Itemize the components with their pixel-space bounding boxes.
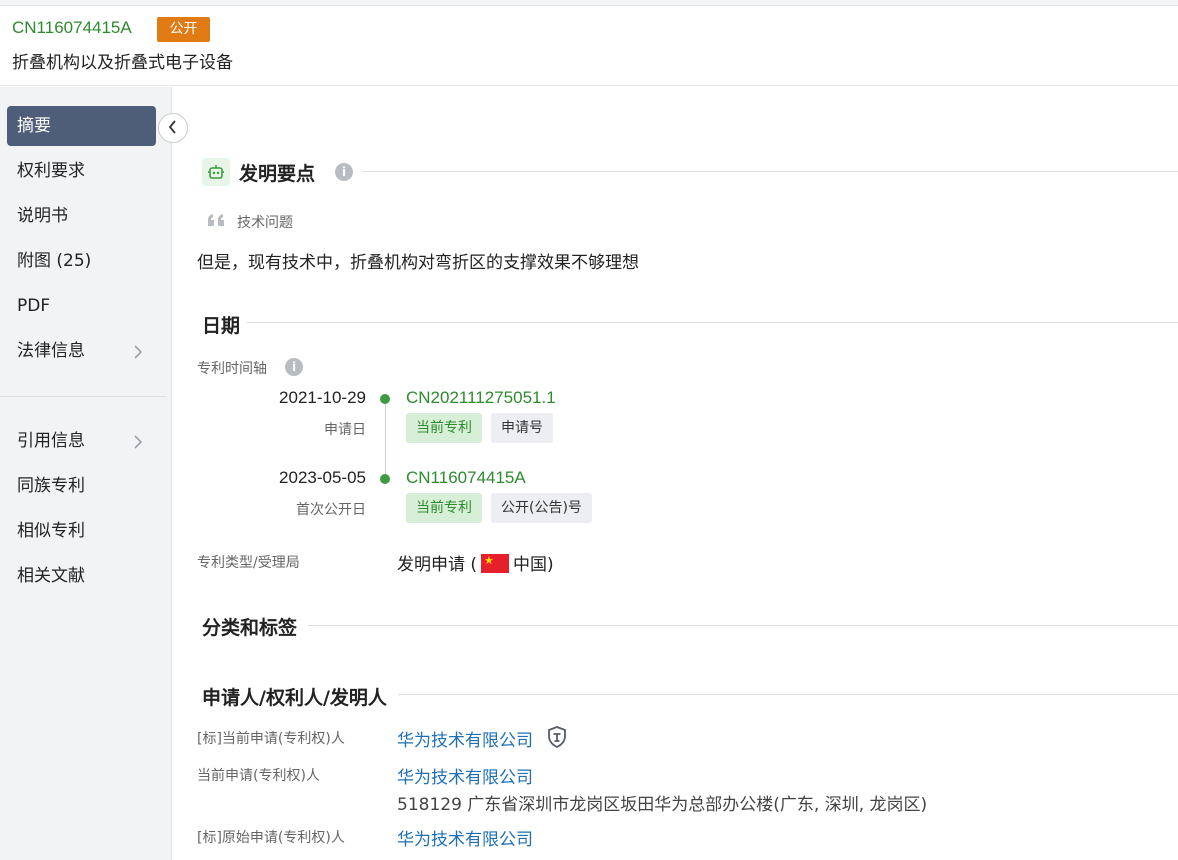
application-number-tag: 申请号 — [491, 413, 553, 443]
chevron-right-icon — [134, 421, 142, 449]
std-current-applicant-label: [标]当前申请(专利权)人 — [197, 731, 345, 747]
sidebar-item-similar[interactable]: 相似专利 — [7, 511, 156, 551]
info-icon[interactable]: i — [285, 358, 303, 376]
patent-office: 中国) — [513, 555, 554, 575]
sidebar-item-description[interactable]: 说明书 — [7, 196, 156, 236]
publication-date-label: 首次公开日 — [296, 502, 366, 518]
patent-type-label: 专利类型/受理局 — [197, 555, 300, 571]
sidebar-divider — [0, 396, 166, 397]
sidebar-item-label: 相关文献 — [17, 566, 85, 586]
timeline-connector — [385, 404, 386, 478]
robot-icon — [202, 158, 230, 186]
section-divider — [398, 694, 1178, 695]
china-flag-icon: ★ — [481, 554, 510, 573]
patent-title: 折叠机构以及折叠式电子设备 — [12, 53, 233, 73]
publication-date: 2023-05-05 — [279, 468, 366, 487]
applicant-address: 518129 广东省深圳市龙岗区坂田华为总部办公楼(广东, 深圳, 龙岗区) — [397, 795, 928, 815]
patent-type-value: 发明申请 (★ 中国) — [397, 550, 554, 575]
application-number[interactable]: CN202111275051.1 — [406, 388, 556, 408]
std-current-applicant-link[interactable]: 华为技术有限公司 — [397, 726, 533, 751]
sidebar-item-label: 权利要求 — [17, 161, 85, 181]
application-date: 2021-10-29 — [279, 388, 366, 407]
sidebar-item-label: 引用信息 — [17, 431, 85, 451]
sidebar-item-label: 说明书 — [17, 206, 68, 226]
publication-number-tag: 公开(公告)号 — [491, 493, 592, 523]
sidebar-item-legal[interactable]: 法律信息 — [7, 331, 156, 371]
sidebar-item-label: PDF — [17, 296, 51, 316]
sidebar-item-citations[interactable]: 引用信息 — [7, 421, 156, 461]
sidebar-item-label: 同族专利 — [17, 476, 85, 496]
sidebar-collapse-button[interactable] — [158, 113, 188, 143]
parties-heading: 申请人/权利人/发明人 — [202, 687, 387, 709]
chevron-left-icon — [168, 119, 178, 138]
timeline-label: 专利时间轴 — [197, 361, 267, 377]
sidebar-item-label: 摘要 — [17, 116, 51, 136]
info-icon[interactable]: i — [335, 163, 353, 181]
chevron-right-icon — [134, 331, 142, 359]
tech-problem-text: 但是，现有技术中，折叠机构对弯折区的支撑效果不够理想 — [197, 253, 639, 273]
sidebar: 摘要 权利要求 说明书 附图 (25) PDF 法律信息 引用信息 同族专利 相… — [0, 87, 172, 860]
application-date-label: 申请日 — [324, 422, 366, 438]
publication-number[interactable]: CN116074415A — [12, 18, 132, 38]
current-applicant-link[interactable]: 华为技术有限公司 — [397, 763, 533, 788]
status-badge: 公开 — [157, 17, 210, 42]
sidebar-item-family[interactable]: 同族专利 — [7, 466, 156, 506]
section-divider — [247, 322, 1178, 323]
patent-type-prefix: 发明申请 ( — [397, 555, 478, 575]
current-patent-tag: 当前专利 — [406, 493, 482, 523]
timeline-dot — [380, 394, 390, 404]
sidebar-item-claims[interactable]: 权利要求 — [7, 151, 156, 191]
current-applicant-label: 当前申请(专利权)人 — [197, 768, 320, 784]
timeline-dot — [380, 474, 390, 484]
invention-points-heading: 发明要点 — [239, 163, 316, 185]
section-divider — [362, 171, 1178, 172]
quote-icon — [207, 212, 227, 231]
sidebar-item-related-docs[interactable]: 相关文献 — [7, 556, 156, 596]
sidebar-item-pdf[interactable]: PDF — [7, 286, 156, 326]
tech-problem-label: 技术问题 — [237, 215, 293, 231]
section-divider — [308, 625, 1178, 626]
shield-icon[interactable] — [547, 726, 567, 752]
classification-heading: 分类和标签 — [202, 617, 298, 639]
patent-header: CN116074415A 公开 折叠机构以及折叠式电子设备 — [0, 6, 1178, 86]
publication-number-link[interactable]: CN116074415A — [406, 468, 526, 488]
sidebar-item-label: 法律信息 — [17, 341, 85, 361]
current-patent-tag: 当前专利 — [406, 413, 482, 443]
sidebar-item-label: 相似专利 — [17, 521, 85, 541]
dates-heading: 日期 — [202, 315, 241, 337]
sidebar-item-abstract[interactable]: 摘要 — [7, 106, 156, 146]
std-original-applicant-label: [标]原始申请(专利权)人 — [197, 830, 345, 846]
sidebar-item-drawings[interactable]: 附图 (25) — [7, 241, 156, 281]
sidebar-item-label: 附图 (25) — [17, 251, 92, 271]
std-original-applicant-link[interactable]: 华为技术有限公司 — [397, 825, 533, 850]
